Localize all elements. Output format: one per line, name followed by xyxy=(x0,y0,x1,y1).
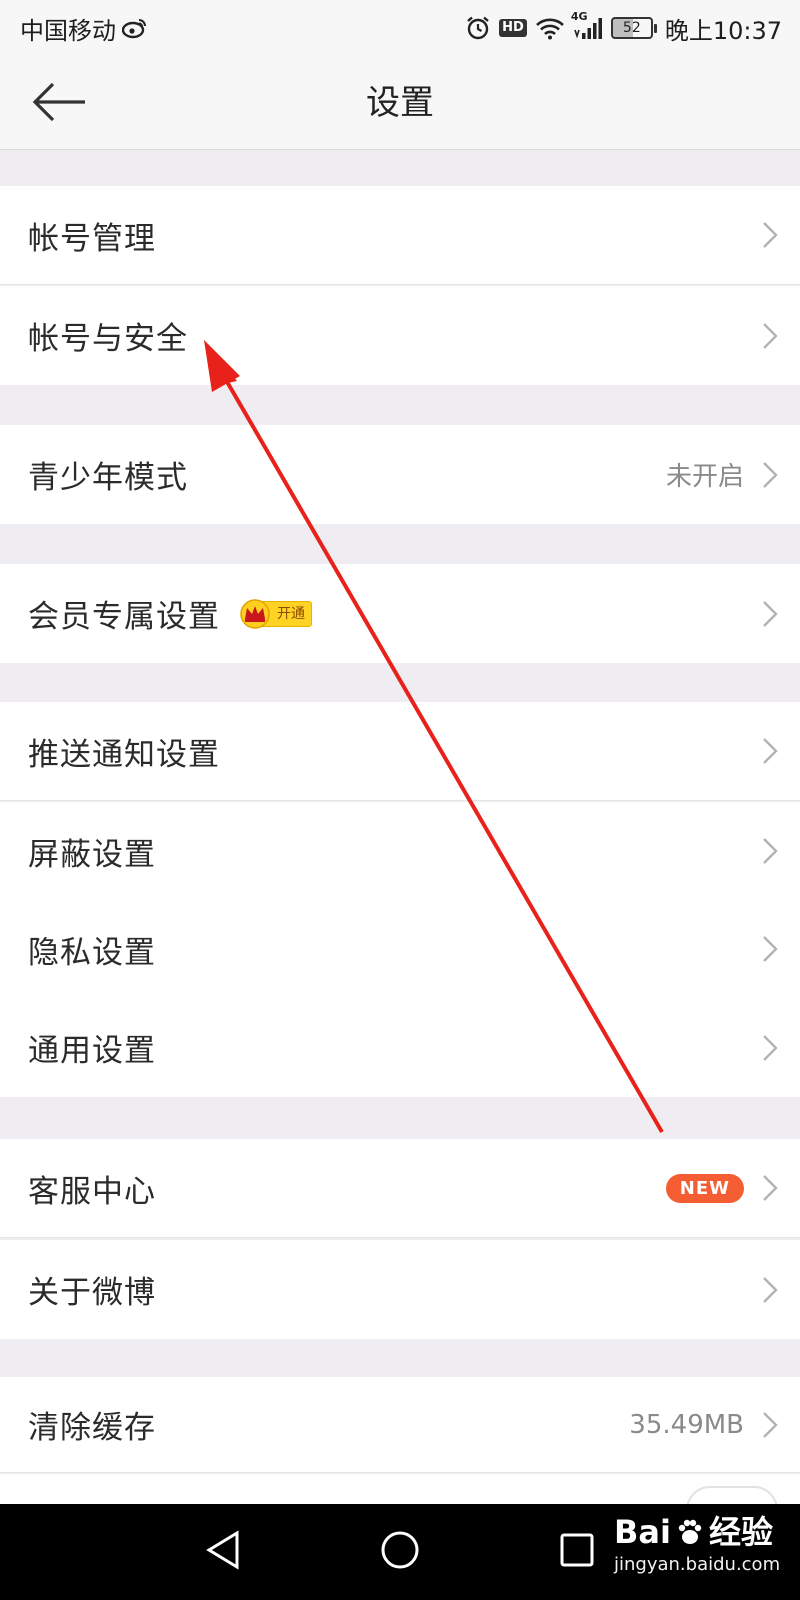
paw-icon xyxy=(675,1517,705,1547)
alarm-icon xyxy=(465,15,491,41)
weibo-icon xyxy=(122,17,148,39)
page-title: 设置 xyxy=(366,83,434,123)
settings-row-privacy[interactable]: 隐私设置 xyxy=(0,900,800,999)
row-label: 清除缓存 xyxy=(28,1410,156,1446)
navigation-bar: 设置 xyxy=(0,56,800,150)
row-label: 隐私设置 xyxy=(28,934,156,971)
watermark-brand-latin: Bai xyxy=(614,1513,671,1551)
settings-row-general[interactable]: 通用设置 xyxy=(0,998,800,1097)
settings-row-about-weibo[interactable]: 关于微博 xyxy=(0,1240,800,1339)
system-home-button[interactable] xyxy=(355,1504,445,1600)
system-back-button[interactable] xyxy=(178,1504,268,1600)
crown-icon xyxy=(238,598,272,629)
battery-level: 52 xyxy=(610,17,653,39)
network-type-label: 4G xyxy=(570,10,588,23)
back-arrow-icon xyxy=(31,82,87,126)
chevron-right-icon xyxy=(758,1034,782,1062)
row-label: 青少年模式 xyxy=(28,460,188,496)
chevron-right-icon xyxy=(758,1411,782,1439)
vip-open-badge: 开通 xyxy=(238,598,312,629)
chevron-right-icon xyxy=(758,461,782,489)
chevron-right-icon xyxy=(758,737,782,765)
circle-home-icon xyxy=(380,1530,420,1574)
chevron-right-icon xyxy=(758,935,782,963)
watermark-brand-suffix: 经验 xyxy=(708,1513,773,1551)
hd-icon: HD xyxy=(499,19,527,37)
cache-size: 35.49MB xyxy=(629,1409,744,1440)
watermark-url: jingyan.baidu.com xyxy=(614,1554,781,1575)
row-label: 推送通知设置 xyxy=(28,736,220,773)
system-recents-button[interactable] xyxy=(532,1504,622,1600)
row-label: 会员专属设置 xyxy=(28,599,220,635)
triangle-back-icon xyxy=(205,1530,241,1574)
chevron-right-icon xyxy=(758,837,782,865)
chevron-right-icon xyxy=(758,1174,782,1202)
chevron-right-icon xyxy=(758,600,782,628)
cellular-signal-icon: 4G xyxy=(571,10,603,40)
clock: 晚上10:37 xyxy=(664,16,782,45)
row-label: 通用设置 xyxy=(28,1033,156,1069)
row-label: 客服中心 xyxy=(28,1173,156,1210)
back-button[interactable] xyxy=(26,76,92,132)
settings-row-teen-mode[interactable]: 青少年模式 未开启 xyxy=(0,425,800,524)
new-badge: NEW xyxy=(665,1173,744,1203)
wifi-icon xyxy=(535,16,565,40)
baidu-jingyan-watermark: Bai 经验 jingyan.baidu.com xyxy=(614,1506,794,1596)
settings-row-vip-settings[interactable]: 会员专属设置 开通 xyxy=(0,564,800,663)
teen-mode-status: 未开启 xyxy=(665,462,744,492)
battery-icon: 52 xyxy=(610,17,657,39)
square-recents-icon xyxy=(560,1533,594,1571)
row-label: 屏蔽设置 xyxy=(28,836,156,873)
carrier-label: 中国移动 xyxy=(20,16,116,45)
settings-row-clear-cache[interactable]: 清除缓存 35.49MB xyxy=(0,1377,800,1473)
settings-row-customer-service[interactable]: 客服中心 NEW xyxy=(0,1139,800,1238)
row-label: 关于微博 xyxy=(28,1275,156,1311)
settings-row-push-notifications[interactable]: 推送通知设置 xyxy=(0,702,800,801)
chevron-right-icon xyxy=(758,221,782,249)
chevron-right-icon xyxy=(758,322,782,350)
row-label: 帐号管理 xyxy=(28,220,156,257)
settings-row-block-settings[interactable]: 屏蔽设置 xyxy=(0,802,800,901)
row-label: 帐号与安全 xyxy=(28,321,188,357)
chevron-right-icon xyxy=(758,1276,782,1304)
status-bar: 中国移动 HD 4G 52 晚上10:37 xyxy=(0,0,800,56)
settings-row-account-management[interactable]: 帐号管理 xyxy=(0,186,800,285)
settings-row-account-security[interactable]: 帐号与安全 xyxy=(0,286,800,385)
